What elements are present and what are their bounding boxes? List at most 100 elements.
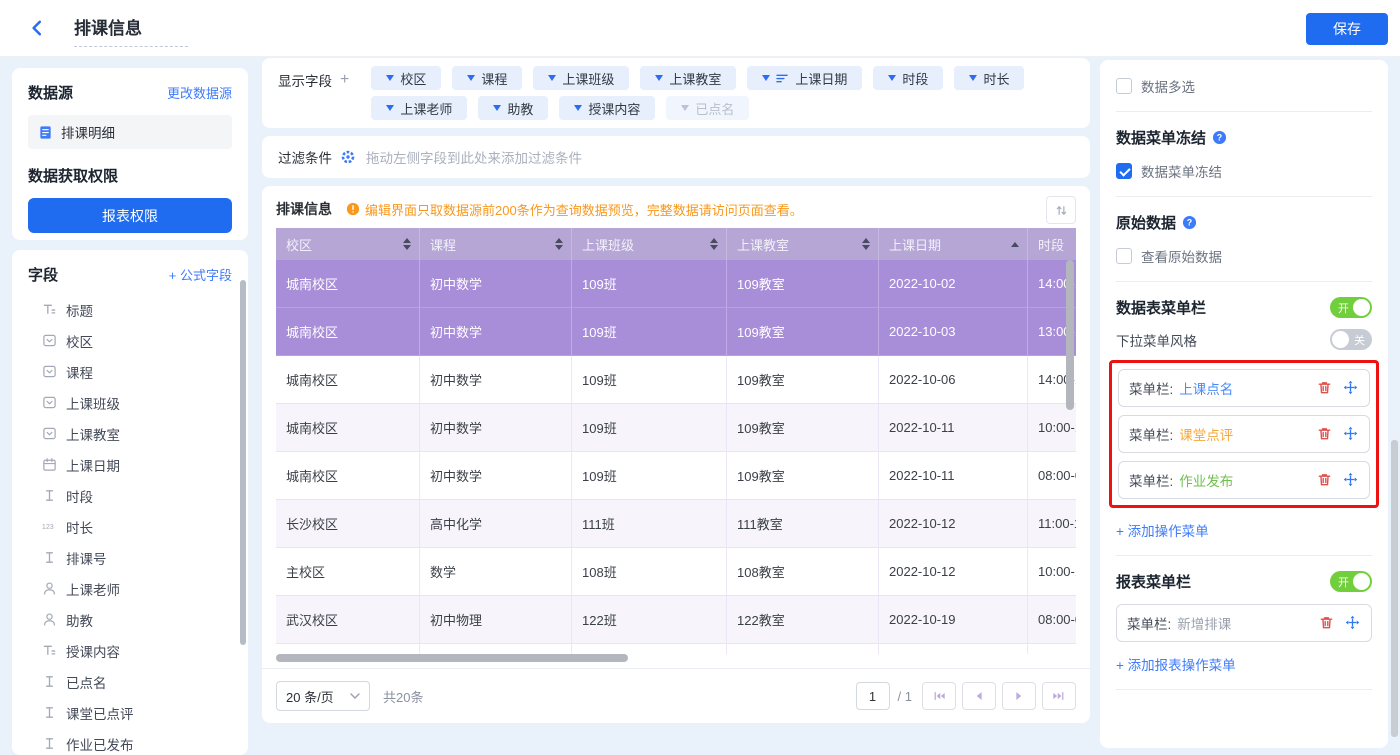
move-icon[interactable] — [1343, 472, 1359, 488]
table-row[interactable]: 城南校区初中数学109班109教室2022-10-1108:00-0 — [276, 452, 1076, 500]
table-sort-button[interactable] — [1046, 196, 1076, 224]
table-cell: 长沙校区 — [276, 500, 420, 547]
field-item[interactable]: 时段 — [28, 480, 232, 511]
field-item[interactable]: 上课老师 — [28, 573, 232, 604]
divider — [1116, 196, 1372, 197]
field-item-label: 时长 — [66, 517, 93, 537]
menu-bar-item[interactable]: 菜单栏: 课堂点评 — [1118, 415, 1370, 453]
column-header[interactable]: 校区 — [276, 228, 420, 260]
menu-bar-item[interactable]: 菜单栏: 作业发布 — [1118, 461, 1370, 499]
trash-icon[interactable] — [1317, 426, 1333, 442]
trash-icon[interactable] — [1317, 472, 1333, 488]
table-vertical-scrollbar[interactable] — [1066, 260, 1074, 410]
question-icon[interactable]: ? — [1182, 215, 1197, 230]
table-row[interactable]: 城南校区初中数学109班109教室2022-10-0614:00-1 — [276, 356, 1076, 404]
page-title[interactable]: 排课信息 — [74, 14, 188, 47]
page-number-input[interactable]: 1 — [856, 682, 890, 710]
window-scrollbar[interactable] — [1391, 440, 1398, 737]
column-header[interactable]: 上课教室 — [727, 228, 879, 260]
freeze-checkbox[interactable] — [1116, 163, 1132, 179]
move-icon[interactable] — [1345, 615, 1361, 631]
field-item[interactable]: 校区 — [28, 325, 232, 356]
column-header[interactable]: 上课班级 — [572, 228, 727, 260]
table-row[interactable]: 武汉校区初中物理122班122教室2022-10-1908:00-0 — [276, 596, 1076, 644]
table-row[interactable]: 主校区数学108班108教室2022-10-1210:00-1 — [276, 548, 1076, 596]
add-action-menu-link[interactable]: + 添加操作菜单 — [1116, 520, 1372, 540]
table-horizontal-scrollbar[interactable] — [276, 654, 628, 662]
table-cell: 109教室 — [727, 308, 879, 355]
report-menu-toggle[interactable]: 开 — [1330, 571, 1372, 592]
move-icon[interactable] — [1343, 380, 1359, 396]
table-cell: 2022-10-02 — [879, 260, 1028, 307]
display-field-tag[interactable]: 课程 — [452, 66, 522, 90]
raw-data-checkbox-row[interactable]: 查看原始数据 — [1116, 246, 1372, 266]
menu-bar-item[interactable]: 菜单栏: 上课点名 — [1118, 369, 1370, 407]
pagination-next-icon — [1012, 689, 1026, 703]
trash-icon[interactable] — [1317, 380, 1333, 396]
add-display-field-button[interactable]: + — [340, 71, 349, 89]
pagination-next-button[interactable] — [1002, 682, 1036, 710]
field-item[interactable]: 授课内容 — [28, 635, 232, 666]
field-item[interactable]: 标题 — [28, 294, 232, 325]
pagination-last-button[interactable] — [1042, 682, 1076, 710]
freeze-checkbox-row[interactable]: 数据菜单冻结 — [1116, 161, 1372, 181]
field-item[interactable]: 课堂已点评 — [28, 697, 232, 728]
data-menu-toggle[interactable]: 开 — [1330, 297, 1372, 318]
add-report-menu-link[interactable]: + 添加报表操作菜单 — [1116, 654, 1372, 674]
display-field-tag[interactable]: 上课日期 — [747, 66, 862, 90]
multi-select-checkbox-row[interactable]: 数据多选 — [1116, 76, 1372, 96]
field-item[interactable]: 助教 — [28, 604, 232, 635]
question-icon[interactable]: ? — [1212, 130, 1227, 145]
fields-scrollbar[interactable] — [240, 280, 246, 645]
table-row[interactable]: 城南校区初中数学109班109教室2022-10-1110:00-1 — [276, 404, 1076, 452]
filter-panel[interactable]: 过滤条件 拖动左侧字段到此处来添加过滤条件 — [262, 136, 1090, 178]
report-permission-button[interactable]: 报表权限 — [28, 198, 232, 233]
display-field-tag[interactable]: 时段 — [873, 66, 943, 90]
raw-data-checkbox[interactable] — [1116, 248, 1132, 264]
menu-bar-item[interactable]: 菜单栏: 新增排课 — [1116, 604, 1372, 642]
display-field-tag-label: 上课日期 — [795, 69, 847, 88]
save-button[interactable]: 保存 — [1306, 13, 1388, 45]
pagination-prev-button[interactable] — [962, 682, 996, 710]
display-field-tag[interactable]: 授课内容 — [559, 96, 655, 120]
pagination-first-button[interactable] — [922, 682, 956, 710]
gear-icon[interactable] — [340, 149, 356, 165]
formula-field-link[interactable]: + 公式字段 — [169, 265, 232, 284]
display-field-tag[interactable]: 校区 — [371, 66, 441, 90]
column-header[interactable]: 时段 — [1028, 228, 1076, 260]
display-field-tag[interactable]: 上课班级 — [533, 66, 629, 90]
field-item[interactable]: 123 时长 — [28, 511, 232, 542]
dropdown-style-toggle[interactable]: 关 — [1330, 329, 1372, 350]
field-item[interactable]: 上课教室 — [28, 418, 232, 449]
field-item[interactable]: 课程 — [28, 356, 232, 387]
multi-select-checkbox[interactable] — [1116, 78, 1132, 94]
page-size-select[interactable]: 20 条/页 — [276, 681, 370, 711]
number-field-icon: 123 — [41, 519, 57, 535]
field-item[interactable]: 排课号 — [28, 542, 232, 573]
move-icon[interactable] — [1343, 426, 1359, 442]
field-item[interactable]: 已点名 — [28, 666, 232, 697]
display-field-tag[interactable]: 时长 — [954, 66, 1024, 90]
table-cell: 10:00-1 — [1028, 548, 1076, 595]
table-cell: 108教室 — [727, 548, 879, 595]
change-datasource-link[interactable]: 更改数据源 — [167, 83, 232, 102]
field-item[interactable]: 上课日期 — [28, 449, 232, 480]
trash-icon[interactable] — [1319, 615, 1335, 631]
pagination-first-icon — [932, 689, 946, 703]
table-row[interactable]: 长沙校区高中化学111班111教室2022-10-1211:00-1 — [276, 500, 1076, 548]
display-field-tag[interactable]: 已点名 — [666, 96, 749, 120]
display-field-tag[interactable]: 上课教室 — [640, 66, 736, 90]
display-field-tag[interactable]: 助教 — [478, 96, 548, 120]
field-item[interactable]: 上课班级 — [28, 387, 232, 418]
column-header[interactable]: 上课日期 — [879, 228, 1028, 260]
table-row[interactable]: 城南校区初中数学109班109教室2022-10-0214:00-1 — [276, 260, 1076, 308]
display-field-tag[interactable]: 上课老师 — [371, 96, 467, 120]
back-button[interactable] — [26, 17, 48, 39]
datasource-item[interactable]: 排课明细 — [28, 115, 232, 149]
field-item-label: 时段 — [66, 486, 93, 506]
menu-item-value: 新增排课 — [1177, 613, 1231, 633]
field-item[interactable]: 作业已发布 — [28, 728, 232, 755]
table-row[interactable]: 城南校区初中数学109班109教室2022-10-0313:00-1 — [276, 308, 1076, 356]
column-header[interactable]: 课程 — [420, 228, 572, 260]
permission-heading: 数据获取权限 — [28, 165, 232, 186]
